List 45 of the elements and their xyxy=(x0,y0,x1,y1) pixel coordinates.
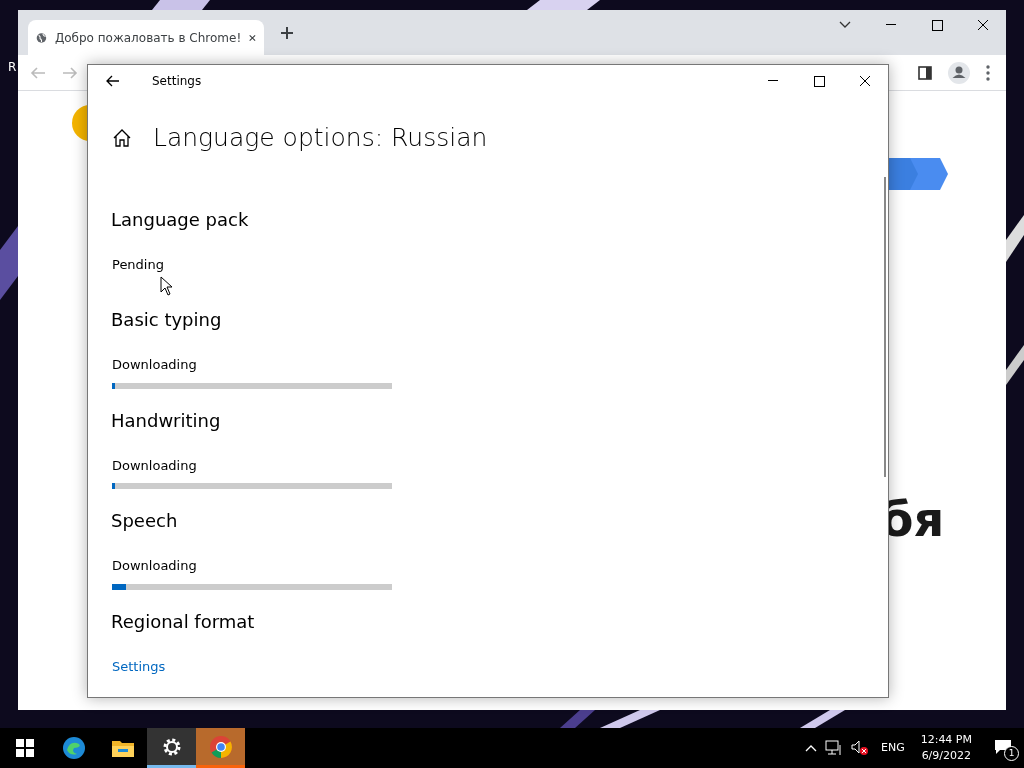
folder-icon xyxy=(110,738,135,758)
section-heading: Basic typing xyxy=(111,309,222,331)
maximize-icon xyxy=(931,19,943,31)
muted-speaker-icon[interactable] xyxy=(850,740,869,756)
status-text: Pending xyxy=(112,255,164,274)
side-panel-icon[interactable] xyxy=(918,65,932,80)
status-text: Downloading xyxy=(112,456,197,475)
maximize-icon xyxy=(813,75,825,87)
minimize-icon xyxy=(886,24,896,26)
chevron-down-icon xyxy=(839,21,851,29)
mouse-cursor-icon xyxy=(160,276,173,296)
clock-date[interactable]: 6/9/2022 xyxy=(921,748,972,765)
status-text: Downloading xyxy=(112,356,197,374)
message-icon xyxy=(994,739,1012,755)
taskbar-app-button[interactable] xyxy=(147,728,196,768)
scrollbar[interactable] xyxy=(884,177,886,477)
browser-icon xyxy=(208,734,233,759)
windows-icon xyxy=(15,739,34,757)
page-title: Language options: Russian xyxy=(153,122,488,154)
clock-time[interactable]: 12:44 PM xyxy=(920,731,972,748)
back-icon xyxy=(106,75,120,87)
section-heading: Speech xyxy=(111,510,178,532)
section-heading: Regional format xyxy=(111,610,255,633)
browser-tab[interactable]: Добро пожаловать в Chrome! xyxy=(28,20,264,55)
status-text: Downloading xyxy=(112,557,197,575)
profile-icon[interactable] xyxy=(948,61,970,84)
close-icon xyxy=(859,75,871,87)
network-icon[interactable] xyxy=(824,740,843,756)
window-title: Settings xyxy=(152,73,202,90)
new-tab-icon[interactable] xyxy=(280,26,294,40)
settings-link[interactable]: Settings xyxy=(112,656,166,676)
browser-icon xyxy=(61,736,86,760)
caret-icon[interactable] xyxy=(804,744,817,752)
section-heading: Handwriting xyxy=(111,409,221,432)
desktop-icon-label: R xyxy=(8,59,17,76)
minimize-icon xyxy=(768,80,778,82)
notification-count: 1 xyxy=(1004,746,1019,761)
menu-icon[interactable] xyxy=(986,64,990,81)
section-heading: Language pack xyxy=(111,208,249,231)
notifications-button[interactable]: 1 xyxy=(984,728,1024,768)
language-indicator[interactable]: ENG xyxy=(876,739,909,757)
close-icon xyxy=(977,19,989,31)
hexagon-logo-drawing xyxy=(888,158,948,190)
close-icon[interactable] xyxy=(249,32,256,43)
home-icon[interactable] xyxy=(112,127,132,148)
